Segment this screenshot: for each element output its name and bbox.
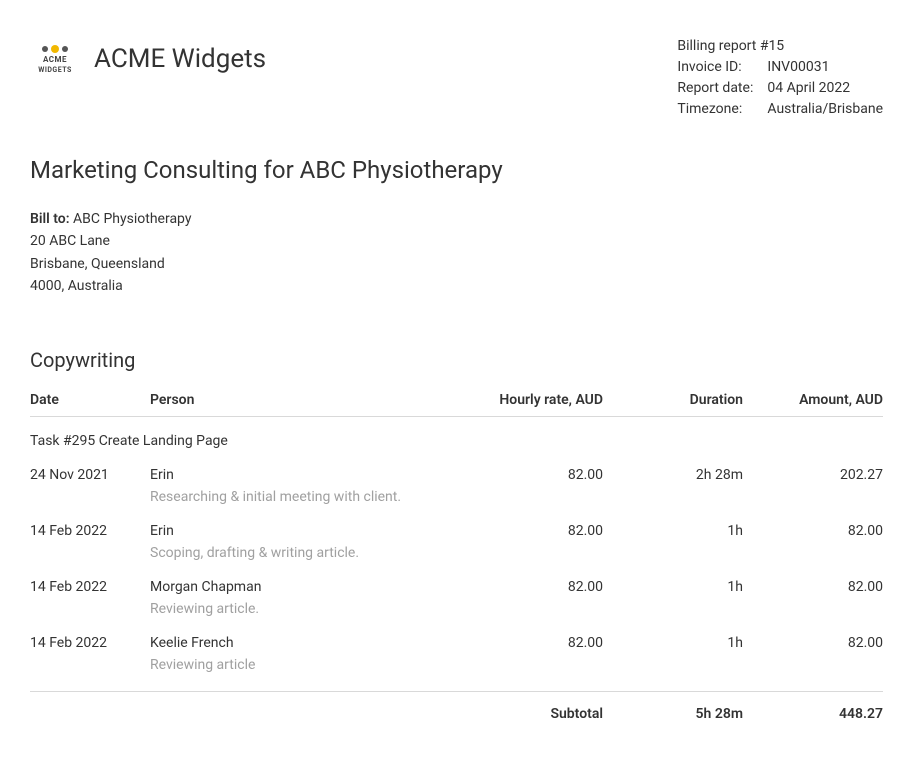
table-row: 14 Feb 2022 Morgan Chapman 82.00 1h 82.0… <box>30 569 883 625</box>
timezone-label: Timezone: <box>677 99 767 120</box>
entry-person: Keelie French <box>150 635 463 651</box>
document-header: ACME WIDGETS ACME Widgets Billing report… <box>30 36 883 120</box>
entry-note: Reviewing article. <box>30 601 883 625</box>
entry-person: Erin <box>150 467 463 483</box>
entry-rate: 82.00 <box>463 635 603 651</box>
entry-note: Reviewing article <box>30 657 883 681</box>
entry-date: 14 Feb 2022 <box>30 579 150 595</box>
timezone-value: Australia/Brisbane <box>767 99 883 120</box>
table-row: 14 Feb 2022 Keelie French 82.00 1h 82.00… <box>30 625 883 681</box>
col-header-duration: Duration <box>603 392 743 408</box>
logo-text-line2: WIDGETS <box>38 67 72 74</box>
task-title-row: Task #295 Create Landing Page <box>30 417 883 457</box>
invoice-id-label: Invoice ID: <box>677 57 767 78</box>
table-header-row: Date Person Hourly rate, AUD Duration Am… <box>30 392 883 417</box>
bill-to-address-line1: 20 ABC Lane <box>30 230 883 252</box>
entry-rate: 82.00 <box>463 467 603 483</box>
subtotal-label: Subtotal <box>463 706 603 722</box>
subtotal-amount: 448.27 <box>743 706 883 722</box>
entry-rate: 82.00 <box>463 579 603 595</box>
entry-amount: 82.00 <box>743 579 883 595</box>
table-row: 14 Feb 2022 Erin 82.00 1h 82.00 Scoping,… <box>30 513 883 569</box>
brand: ACME WIDGETS ACME Widgets <box>30 36 266 82</box>
entry-note: Researching & initial meeting with clien… <box>30 489 883 513</box>
project-title: Marketing Consulting for ABC Physiothera… <box>30 156 883 184</box>
company-name: ACME Widgets <box>94 44 266 74</box>
bill-to-label: Bill to: <box>30 211 70 227</box>
entry-rate: 82.00 <box>463 523 603 539</box>
entries-table: Date Person Hourly rate, AUD Duration Am… <box>30 392 883 722</box>
col-header-rate: Hourly rate, AUD <box>463 392 603 408</box>
bill-to-block: Bill to: ABC Physiotherapy 20 ABC Lane B… <box>30 208 883 298</box>
bill-to-address-line2: Brisbane, Queensland <box>30 253 883 275</box>
invoice-id-value: INV00031 <box>767 57 829 78</box>
entry-date: 14 Feb 2022 <box>30 635 150 651</box>
table-row: 24 Nov 2021 Erin 82.00 2h 28m 202.27 Res… <box>30 457 883 513</box>
report-title: Billing report #15 <box>677 36 784 57</box>
report-meta: Billing report #15 Invoice ID: INV00031 … <box>677 36 883 120</box>
entry-note: Scoping, drafting & writing article. <box>30 545 883 569</box>
bill-to-name: ABC Physiotherapy <box>73 211 191 227</box>
report-date-label: Report date: <box>677 78 767 99</box>
entry-amount: 202.27 <box>743 467 883 483</box>
entry-amount: 82.00 <box>743 523 883 539</box>
report-date-value: 04 April 2022 <box>767 78 850 99</box>
entry-duration: 1h <box>603 579 743 595</box>
entry-date: 14 Feb 2022 <box>30 523 150 539</box>
entry-person: Erin <box>150 523 463 539</box>
bill-to-address-line3: 4000, Australia <box>30 275 883 297</box>
col-header-person: Person <box>150 392 463 408</box>
entry-date: 24 Nov 2021 <box>30 467 150 483</box>
col-header-amount: Amount, AUD <box>743 392 883 408</box>
entry-amount: 82.00 <box>743 635 883 651</box>
company-logo-icon: ACME WIDGETS <box>30 36 80 82</box>
section-title: Copywriting <box>30 348 883 372</box>
logo-text-line1: ACME <box>43 56 67 64</box>
entry-duration: 1h <box>603 635 743 651</box>
entry-duration: 1h <box>603 523 743 539</box>
subtotal-duration: 5h 28m <box>603 706 743 722</box>
entry-person: Morgan Chapman <box>150 579 463 595</box>
col-header-date: Date <box>30 392 150 408</box>
entry-duration: 2h 28m <box>603 467 743 483</box>
subtotal-row: Subtotal 5h 28m 448.27 <box>30 691 883 722</box>
